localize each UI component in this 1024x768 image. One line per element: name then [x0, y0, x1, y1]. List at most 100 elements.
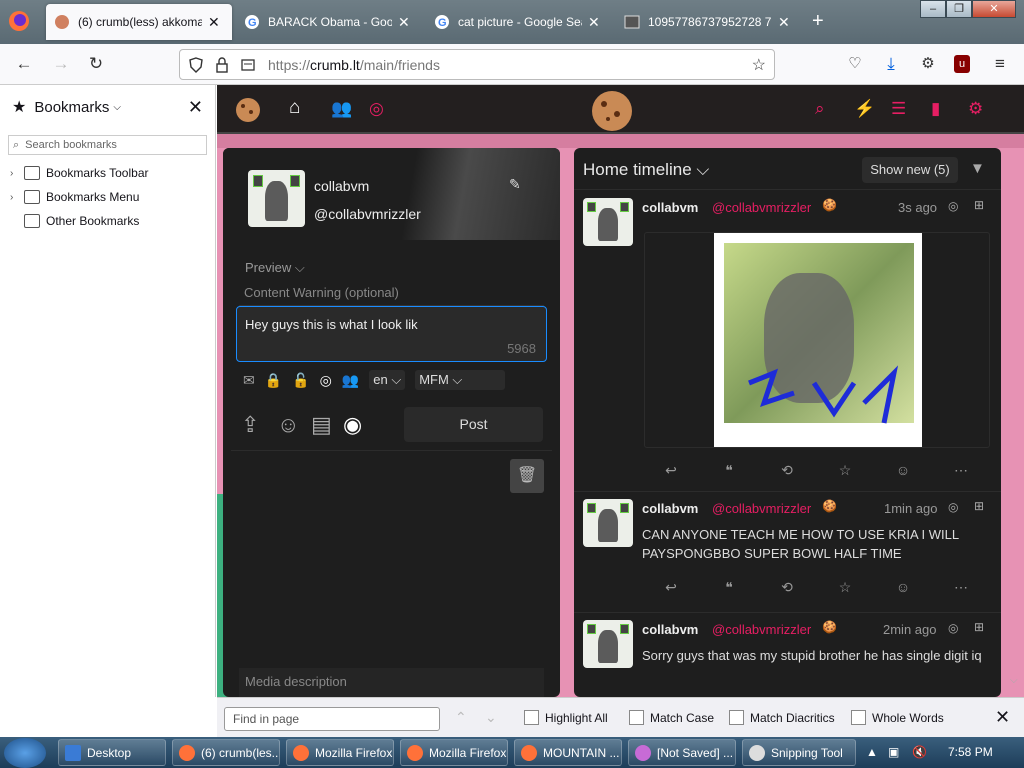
bookmark-star-icon[interactable]: ☆	[752, 55, 766, 75]
more-icon[interactable]: ⋯	[932, 462, 990, 479]
taskbar-item-mountain[interactable]: MOUNTAIN ...	[514, 739, 622, 766]
taskbar-item-firefox-1[interactable]: Mozilla Firefox	[286, 739, 394, 766]
expand-icon[interactable]: ⊞	[974, 198, 984, 212]
sidebar-item-other-bookmarks[interactable]: Other Bookmarks	[0, 209, 215, 233]
repeat-icon[interactable]: ⟲	[758, 579, 816, 596]
unlisted-unlock-icon[interactable]: 🔓	[292, 372, 309, 389]
favorite-star-icon[interactable]: ☆	[816, 579, 874, 596]
status-author-handle[interactable]: @collabvmrizzler	[712, 622, 811, 637]
react-emoji-icon[interactable]: ☺	[874, 579, 932, 596]
taskbar-item-snipping-tool[interactable]: Snipping Tool	[742, 739, 856, 766]
public-globe-icon[interactable]: ◎	[320, 372, 332, 389]
private-lock-icon[interactable]: 🔒	[265, 372, 282, 389]
expand-icon[interactable]: ⊞	[974, 499, 984, 513]
more-icon[interactable]: ⋯	[932, 579, 990, 596]
repeat-icon[interactable]: ⟲	[758, 462, 816, 479]
local-people-icon[interactable]: 👥	[342, 372, 359, 389]
avatar[interactable]	[248, 170, 305, 227]
sensitive-eye-slash-icon[interactable]: ◉	[343, 412, 362, 438]
settings-icon[interactable]: ⚙	[968, 99, 983, 119]
home-icon[interactable]: ⌂	[289, 97, 300, 119]
tab-cat-picture[interactable]: G cat picture - Google Sea ✕	[426, 4, 610, 40]
shield-icon[interactable]	[188, 57, 204, 73]
close-tab-icon[interactable]: ✕	[778, 14, 790, 31]
reply-icon[interactable]: ↩	[642, 579, 700, 596]
quote-icon[interactable]: ❝	[700, 462, 758, 479]
expand-icon[interactable]: ›	[10, 168, 24, 179]
friends-icon[interactable]: 👥	[331, 99, 352, 119]
cookie-logo-icon[interactable]	[235, 97, 261, 123]
search-bookmarks-input[interactable]: ⌕ Search bookmarks	[8, 135, 207, 155]
quote-icon[interactable]: ❝	[700, 579, 758, 596]
new-tab-icon[interactable]: +	[812, 10, 824, 33]
find-next-icon[interactable]: ⌄	[485, 709, 497, 726]
sidebar-item-bookmarks-menu[interactable]: › Bookmarks Menu	[0, 185, 215, 209]
list-icon[interactable]: ☰	[891, 99, 906, 119]
direct-message-icon[interactable]: ✉	[243, 372, 255, 389]
edit-profile-icon[interactable]: ✎	[509, 176, 521, 193]
avatar[interactable]	[583, 620, 633, 668]
tab-image[interactable]: 10957786737952728 76.a ✕	[616, 4, 800, 40]
preview-toggle[interactable]: Preview ⌵	[245, 260, 305, 276]
status-author-name[interactable]: collabvm	[642, 200, 698, 215]
taskbar-item-firefox-2[interactable]: Mozilla Firefox	[400, 739, 508, 766]
timeline-title[interactable]: Home timeline ⌵	[583, 160, 709, 180]
close-tab-icon[interactable]: ✕	[398, 14, 410, 31]
minimize-icon[interactable]: –	[920, 0, 946, 18]
search-icon[interactable]: ⌕	[815, 99, 825, 119]
taskbar-item-desktop[interactable]: Desktop	[58, 739, 166, 766]
pocket-icon[interactable]: ♡	[845, 54, 865, 74]
post-button[interactable]: Post	[404, 407, 543, 442]
match-diacritics-checkbox[interactable]: Match Diacritics	[729, 710, 835, 725]
status-author-handle[interactable]: @collabvmrizzler	[712, 200, 811, 215]
start-button[interactable]	[4, 738, 46, 768]
upload-icon[interactable]: ⇪	[241, 412, 259, 438]
trash-icon[interactable]: 🗑	[510, 459, 544, 493]
user-display-name[interactable]: collabvm	[314, 178, 369, 194]
tab-barack[interactable]: G BARACK Obama - Goog ✕	[236, 4, 420, 40]
filter-icon[interactable]: ▼	[970, 160, 985, 177]
language-select[interactable]: en ⌵	[369, 370, 406, 390]
sidebar-item-bookmarks-toolbar[interactable]: › Bookmarks Toolbar	[0, 161, 215, 185]
chevron-down-icon[interactable]: ⌵	[113, 102, 121, 113]
close-find-bar-icon[interactable]: ✕	[995, 707, 1010, 728]
tab-crumbless[interactable]: (6) crumb(less) akkoma ✕	[46, 4, 232, 40]
find-previous-icon[interactable]: ⌃	[455, 709, 467, 726]
react-emoji-icon[interactable]: ☺	[874, 462, 932, 479]
forward-icon[interactable]: →	[51, 54, 71, 74]
find-in-page-input[interactable]: Find in page	[224, 707, 440, 731]
reload-icon[interactable]: ↻	[86, 54, 106, 74]
favorite-star-icon[interactable]: ☆	[816, 462, 874, 479]
url-bar[interactable]: https://crumb.lt/main/friends ☆	[179, 49, 775, 80]
taskbar-item-not-saved[interactable]: [Not Saved] ...	[628, 739, 736, 766]
expand-icon[interactable]: ›	[10, 192, 24, 203]
status-time[interactable]: 3s ago	[898, 200, 937, 215]
globe-icon[interactable]: ◎	[369, 99, 384, 119]
network-icon[interactable]: ▣	[888, 745, 899, 759]
back-icon[interactable]: ←	[14, 54, 34, 74]
status-textarea[interactable]: Hey guys this is what I look lik 5968	[236, 306, 547, 362]
bookmark-icon[interactable]: ▮	[931, 99, 940, 119]
cookie-center-logo-icon[interactable]	[590, 89, 634, 133]
user-handle[interactable]: @collabvmrizzler	[314, 206, 421, 222]
window-close-icon[interactable]: ✕	[972, 0, 1016, 18]
format-select[interactable]: MFM ⌵	[415, 370, 506, 390]
ublock-icon[interactable]: u	[954, 55, 970, 73]
download-icon[interactable]: ⤓	[881, 54, 901, 74]
status-time[interactable]: 2min ago	[883, 622, 936, 637]
avatar[interactable]	[583, 198, 633, 246]
reply-icon[interactable]: ↩	[642, 462, 700, 479]
status-author-name[interactable]: collabvm	[642, 501, 698, 516]
sidebar-title[interactable]: Bookmarks	[34, 99, 109, 116]
close-sidebar-icon[interactable]: ✕	[188, 97, 203, 118]
media-description-input[interactable]: Media description	[239, 668, 544, 697]
status-author-name[interactable]: collabvm	[642, 622, 698, 637]
status-time[interactable]: 1min ago	[884, 501, 937, 516]
permissions-icon[interactable]	[240, 57, 256, 73]
volume-muted-icon[interactable]: 🔇	[912, 745, 927, 759]
taskbar-item-firefox-crumb[interactable]: (6) crumb(les...	[172, 739, 280, 766]
tray-expand-icon[interactable]: ▲	[866, 745, 878, 759]
close-tab-icon[interactable]: ✕	[588, 14, 600, 31]
poll-icon[interactable]: ▤	[311, 412, 332, 438]
emoji-icon[interactable]: ☺	[277, 412, 299, 438]
